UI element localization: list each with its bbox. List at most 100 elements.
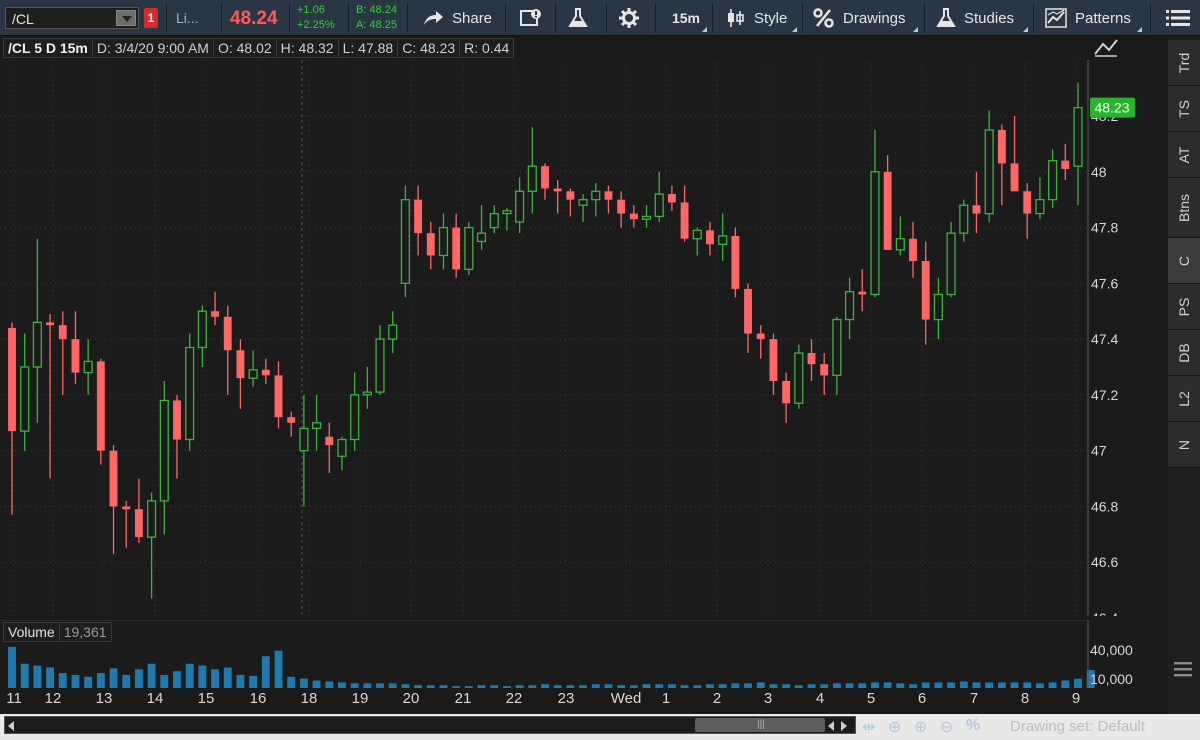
candle-body-down [731, 235, 740, 289]
flask-button[interactable] [568, 0, 596, 36]
zoom-out-icon[interactable]: ⊖ [940, 717, 953, 737]
candle-body-up [32, 321, 42, 368]
candle-body-up [515, 190, 525, 223]
menu-button[interactable] [1166, 0, 1198, 36]
symbol-selector[interactable]: /CL [5, 7, 139, 29]
side-tab-trd[interactable]: Trd [1168, 40, 1200, 86]
volume-bar [401, 684, 410, 688]
scroll-left-step-icon[interactable] [828, 721, 834, 731]
gear-icon [619, 8, 639, 28]
price-tag-label: 48.23 [1094, 100, 1129, 116]
volume-bar [541, 684, 549, 688]
scroll-left-arrow-icon[interactable] [8, 721, 14, 731]
side-tab-label: PS [1176, 297, 1192, 316]
side-tab-at[interactable]: AT [1168, 132, 1200, 178]
candle-body-up [984, 129, 994, 215]
candle-body-down [997, 129, 1006, 164]
chart-title[interactable]: /CL 5 D 15m [3, 38, 93, 58]
drawing-set-label[interactable]: Drawing set: Default [1010, 718, 1145, 735]
side-tab-l2[interactable]: L2 [1168, 376, 1200, 422]
link-group-badge[interactable]: 1 [144, 8, 158, 28]
horizontal-scrollbar[interactable]: ||| [4, 716, 856, 734]
candle-body-up [502, 210, 512, 215]
toolbar-separator [712, 3, 713, 33]
candle-body-up [388, 324, 398, 340]
side-tab-ts[interactable]: TS [1168, 86, 1200, 132]
volume-bar [1035, 683, 1044, 688]
candle-body-down [744, 288, 752, 334]
side-tab-btns[interactable]: Btns [1168, 178, 1200, 238]
time-axis-tick: 4 [815, 690, 825, 707]
side-tab-n[interactable]: N [1168, 422, 1200, 468]
ask-price: A: 48.25 [356, 19, 397, 31]
side-panel-menu-icon[interactable] [1172, 658, 1194, 680]
candle-body-down [769, 339, 778, 381]
toolbar-separator [606, 3, 607, 33]
candle-body-down [122, 506, 131, 510]
side-tab-c[interactable]: C [1168, 238, 1200, 284]
patterns-button[interactable]: Patterns [1045, 0, 1145, 36]
crosshair-icon[interactable]: ⊕ [888, 717, 901, 737]
volume-bar [566, 685, 575, 688]
candle-body-down [617, 199, 626, 214]
settings-button[interactable] [619, 0, 647, 36]
symbol-dropdown-button[interactable] [116, 10, 136, 26]
pan-icon[interactable]: ⇹ [862, 717, 875, 737]
scrollbar-thumb[interactable]: ||| [695, 718, 825, 732]
link-label[interactable]: Li... [176, 10, 199, 26]
volume-chart[interactable]: 40,000 10,000 [0, 620, 1168, 688]
timeframe-button[interactable]: 15m [662, 0, 710, 36]
price-axis-tick: 46.4 [1091, 610, 1118, 616]
candle-body-up [1035, 199, 1045, 215]
candle-body-up [527, 165, 537, 192]
volume-bar [769, 684, 778, 688]
scroll-right-arrow-icon[interactable] [841, 721, 847, 731]
volume-bar [46, 667, 55, 688]
volume-bar [198, 665, 207, 688]
time-axis-tick: 19 [351, 690, 369, 707]
studies-button[interactable]: Studies [936, 0, 1031, 36]
volume-bar [591, 684, 600, 688]
drawings-button[interactable]: Drawings [813, 0, 921, 36]
time-axis-tick: 6 [917, 690, 927, 707]
candle-body-up [489, 212, 499, 229]
chart-expand-icon[interactable] [1093, 38, 1119, 58]
percent-scale-icon[interactable]: % [966, 717, 980, 735]
toolbar-separator [1150, 3, 1151, 33]
volume-bar [502, 686, 511, 688]
volume-bar [947, 682, 956, 688]
candle-body-up [895, 238, 905, 251]
candle-body-up [476, 232, 487, 243]
style-button[interactable]: Style [726, 0, 800, 36]
volume-bar [693, 685, 702, 688]
time-axis-tick: 3 [763, 690, 773, 707]
side-tab-ps[interactable]: PS [1168, 284, 1200, 330]
side-tab-label: N [1176, 439, 1192, 450]
candle-body-up [362, 391, 372, 396]
volume-bar [274, 650, 283, 688]
candle-body-down [553, 188, 562, 192]
volume-bar [1023, 682, 1032, 688]
volume-bar [1010, 682, 1019, 688]
zoom-in-icon[interactable]: ⊕ [914, 717, 927, 737]
bar-high: H: 48.32 [275, 38, 339, 58]
volume-label[interactable]: Volume [3, 622, 60, 642]
share-button[interactable]: Share [422, 0, 492, 36]
volume-bar [959, 681, 968, 688]
candle-body-up [350, 394, 360, 441]
candle-body-down [756, 333, 765, 340]
volume-bar [350, 683, 359, 688]
timeframe-label: 15m [671, 10, 701, 26]
side-tab-label: Trd [1176, 52, 1192, 73]
top-toolbar: /CL 1 Li... 48.24 +1.06 +2.25% B: 48.24 … [0, 0, 1200, 36]
time-axis-tick: 13 [95, 690, 113, 707]
dropdown-corner-icon [1137, 27, 1142, 32]
volume-bar [414, 685, 423, 688]
side-tab-db[interactable]: DB [1168, 330, 1200, 376]
volume-bar [439, 685, 448, 688]
price-axis-tick: 46.6 [1091, 554, 1118, 570]
candle-body-up [1048, 159, 1058, 201]
chart-settings-button[interactable] [519, 0, 551, 36]
price-chart[interactable]: 48.24847.847.647.447.24746.846.646.4 48.… [0, 60, 1168, 616]
flask-icon [568, 8, 588, 27]
